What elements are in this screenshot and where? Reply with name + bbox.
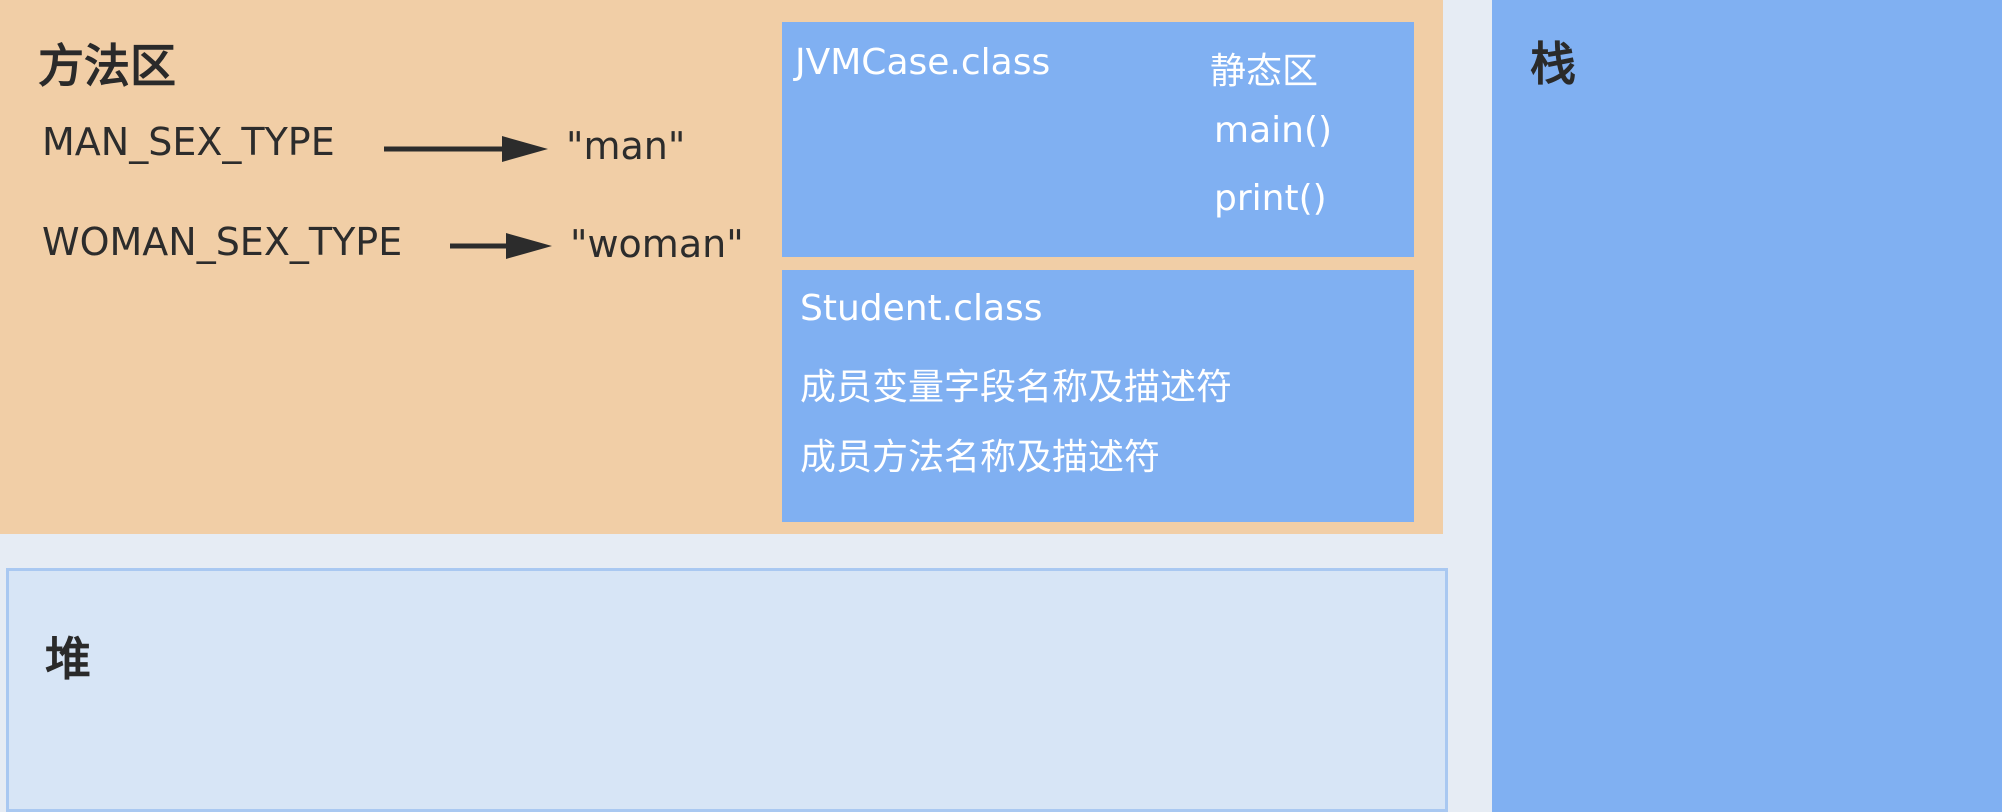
student-member-methods: 成员方法名称及描述符 (800, 437, 1161, 478)
stack-title: 栈 (1530, 37, 1576, 91)
jvm-memory-diagram: 方法区 MAN_SEX_TYPE "man" WOMAN_SEX_TYPE "w… (0, 0, 2002, 812)
constant-name-man: MAN_SEX_TYPE (42, 120, 335, 164)
method-area-title: 方法区 (38, 39, 176, 93)
constant-value-man: "man" (566, 124, 686, 168)
arrow-man (384, 136, 548, 162)
student-member-fields: 成员变量字段名称及描述符 (800, 367, 1233, 408)
static-area-label: 静态区 (1210, 51, 1319, 92)
method-print: print() (1214, 178, 1327, 219)
method-main: main() (1214, 110, 1333, 151)
heap-title: 堆 (45, 632, 91, 686)
method-area-region: 方法区 MAN_SEX_TYPE "man" WOMAN_SEX_TYPE "w… (0, 0, 1443, 534)
stack-region: 栈 (1492, 0, 2002, 812)
student-class-name: Student.class (800, 288, 1043, 329)
student-class-box: Student.class 成员变量字段名称及描述符 成员方法名称及描述符 (782, 270, 1414, 522)
arrow-woman (450, 233, 552, 259)
constant-value-woman: "woman" (570, 222, 744, 266)
heap-region: 堆 (6, 568, 1448, 812)
constant-name-woman: WOMAN_SEX_TYPE (42, 220, 403, 264)
jvmcase-class-box: JVMCase.class 静态区 main() print() (782, 22, 1414, 257)
jvmcase-class-name: JVMCase.class (795, 42, 1051, 83)
